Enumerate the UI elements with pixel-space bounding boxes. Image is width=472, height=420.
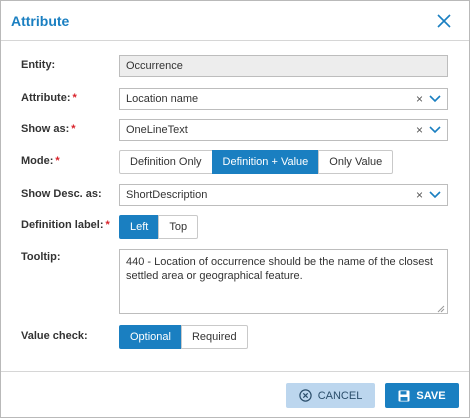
attribute-label: Attribute: * — [21, 92, 77, 104]
tooltip-text: 440 - Location of occurrence should be t… — [126, 256, 433, 282]
required-marker: * — [55, 155, 60, 167]
definition-label-left-button[interactable]: Left — [119, 215, 160, 239]
cancel-button[interactable]: CANCEL — [286, 383, 375, 408]
entity-label: Entity: — [21, 59, 56, 71]
resize-grip-icon[interactable] — [437, 303, 445, 313]
definition-label-top-button[interactable]: Top — [158, 215, 199, 239]
mode-only-value-button[interactable]: Only Value — [318, 150, 394, 174]
definition-label-text: Definition label: — [21, 219, 104, 231]
dialog-header: Attribute — [1, 1, 469, 41]
mode-label: Mode: * — [21, 155, 60, 167]
clear-icon[interactable]: × — [416, 188, 423, 202]
chevron-down-icon[interactable] — [429, 126, 441, 134]
show-desc-value: ShortDescription — [126, 189, 208, 201]
attribute-value: Location name — [126, 93, 199, 105]
required-marker: * — [72, 92, 77, 104]
chevron-down-icon[interactable] — [429, 191, 441, 199]
show-as-label-text: Show as: — [21, 123, 70, 135]
dialog-body: Entity: Occurrence Attribute: * Location … — [1, 41, 469, 371]
entity-value: Occurrence — [126, 60, 183, 72]
show-desc-select[interactable]: ShortDescription × — [119, 184, 448, 206]
attribute-select[interactable]: Location name × — [119, 88, 448, 110]
show-as-label: Show as: * — [21, 123, 76, 135]
floppy-disk-icon — [398, 390, 410, 402]
entity-field: Occurrence — [119, 55, 448, 77]
chevron-down-icon[interactable] — [429, 95, 441, 103]
dialog-title: Attribute — [11, 12, 70, 29]
attribute-dialog: Attribute Entity: Occurrence Attribute: *… — [0, 0, 470, 418]
show-as-value: OneLineText — [126, 124, 188, 136]
definition-label-segmented-control: Left Top — [119, 215, 199, 239]
mode-definition-value-button[interactable]: Definition + Value — [211, 150, 320, 174]
clear-icon[interactable]: × — [416, 123, 423, 137]
save-label: SAVE — [416, 389, 446, 402]
definition-label-label: Definition label: * — [21, 219, 110, 231]
tooltip-label: Tooltip: — [21, 251, 61, 263]
cancel-label: CANCEL — [317, 389, 363, 402]
mode-definition-only-button[interactable]: Definition Only — [119, 150, 213, 174]
save-button[interactable]: SAVE — [385, 383, 459, 408]
value-check-segmented-control: Optional Required — [119, 325, 248, 349]
mode-segmented-control: Definition Only Definition + Value Only … — [119, 150, 394, 174]
value-check-optional-button[interactable]: Optional — [119, 325, 182, 349]
dialog-footer: CANCEL SAVE — [1, 371, 469, 417]
value-check-required-button[interactable]: Required — [180, 325, 248, 349]
required-marker: * — [71, 123, 76, 135]
show-desc-label: Show Desc. as: — [21, 188, 102, 200]
mode-label-text: Mode: — [21, 155, 54, 167]
tooltip-textarea[interactable]: 440 - Location of occurrence should be t… — [119, 249, 448, 314]
close-icon[interactable] — [433, 10, 455, 32]
required-marker: * — [105, 219, 110, 231]
value-check-label: Value check: — [21, 330, 88, 342]
show-as-select[interactable]: OneLineText × — [119, 119, 448, 141]
attribute-label-text: Attribute: — [21, 92, 71, 104]
clear-icon[interactable]: × — [416, 92, 423, 106]
cancel-circle-icon — [298, 389, 312, 402]
